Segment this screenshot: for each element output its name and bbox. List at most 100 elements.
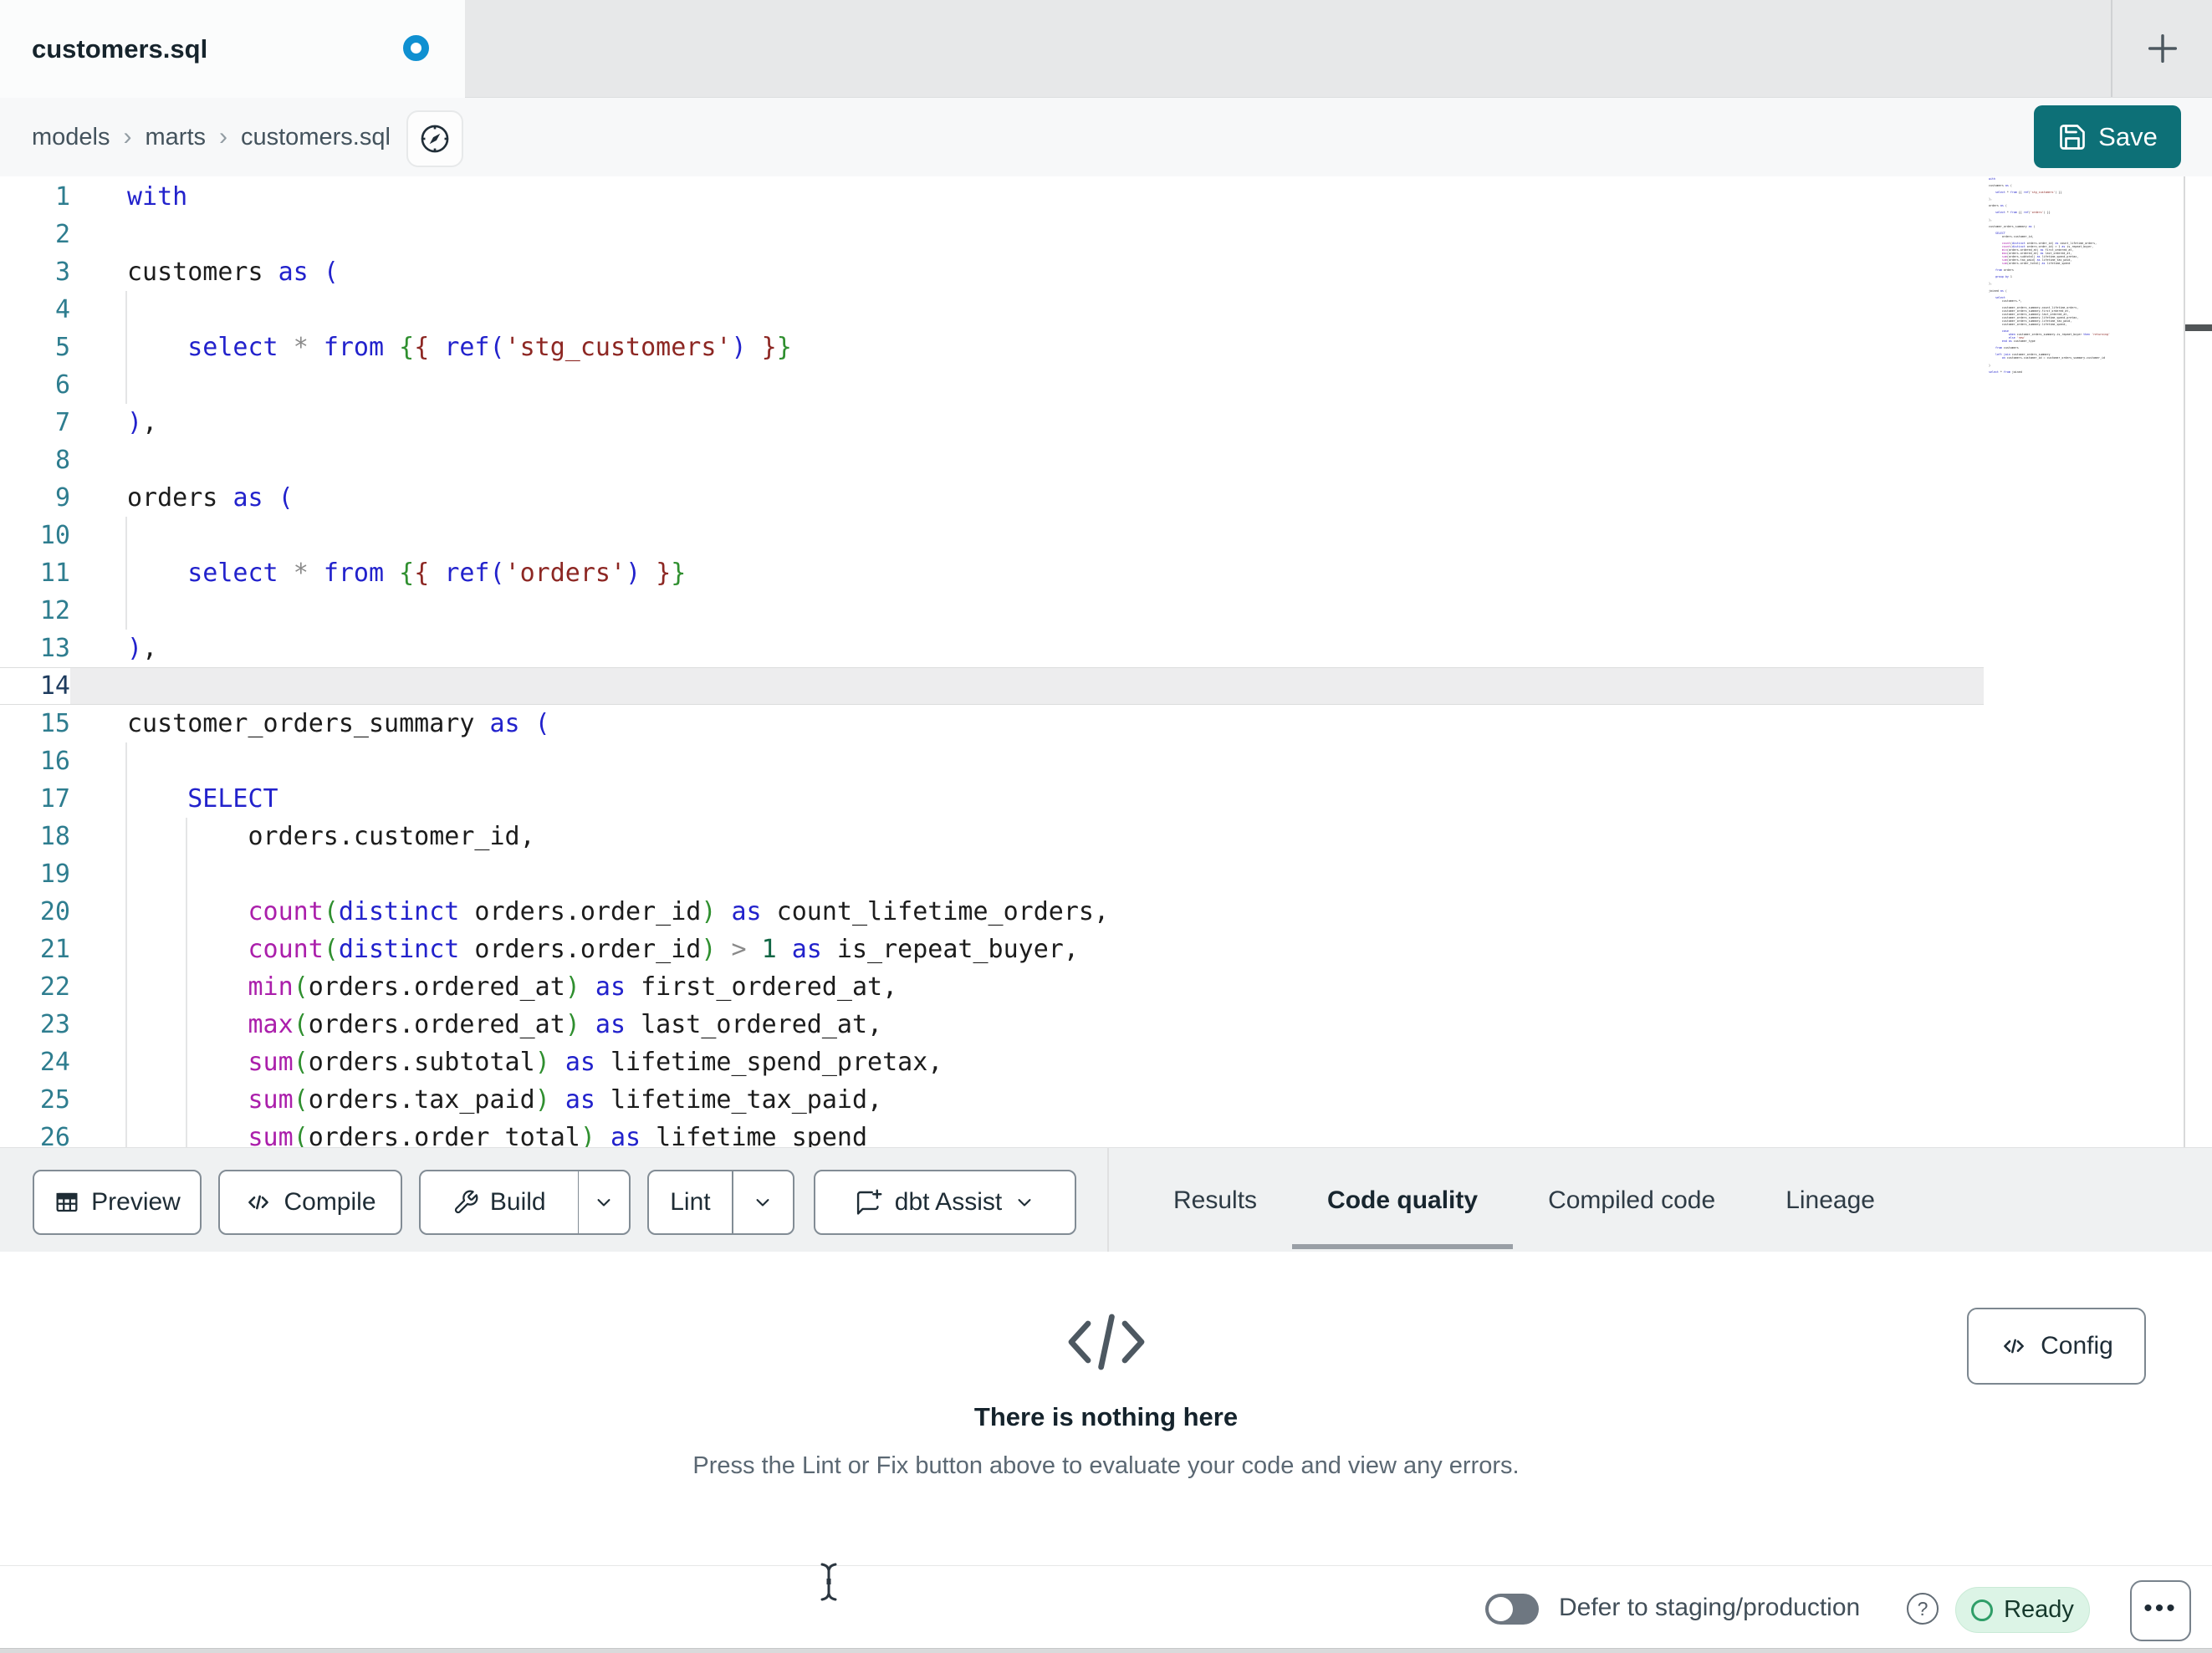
code-text: customers as ( bbox=[127, 258, 339, 287]
code-line[interactable]: 18 orders.customer_id, bbox=[0, 818, 2212, 855]
code-line[interactable]: 10 bbox=[0, 517, 2212, 554]
line-number[interactable]: 17 bbox=[0, 780, 70, 818]
format-button[interactable] bbox=[406, 110, 463, 167]
defer-label: Defer to staging/production bbox=[1559, 1594, 1861, 1621]
panel-tab-code-quality[interactable]: Code quality bbox=[1292, 1148, 1514, 1253]
code-line[interactable]: 12 bbox=[0, 592, 2212, 630]
code-line[interactable]: 19 bbox=[0, 855, 2212, 893]
code-line[interactable]: 20 count(distinct orders.order_id) as co… bbox=[0, 893, 2212, 931]
breadcrumb-item[interactable]: customers.sql bbox=[241, 124, 391, 151]
chevron-down-icon bbox=[751, 1191, 774, 1214]
line-number[interactable]: 12 bbox=[0, 592, 70, 630]
code-line[interactable]: 11 select * from {{ ref('orders') }} bbox=[0, 554, 2212, 592]
code-quality-panel: There is nothing here Press the Lint or … bbox=[0, 1252, 2212, 1565]
preview-button[interactable]: Preview bbox=[33, 1170, 202, 1235]
line-number[interactable]: 6 bbox=[0, 366, 70, 404]
ready-label: Ready bbox=[2004, 1596, 2074, 1623]
save-icon bbox=[2057, 122, 2087, 152]
config-button[interactable]: Config bbox=[1967, 1308, 2146, 1385]
line-number[interactable]: 8 bbox=[0, 441, 70, 479]
line-number[interactable]: 15 bbox=[0, 705, 70, 742]
code-line[interactable]: 3 customers as ( bbox=[0, 253, 2212, 291]
compile-label: Compile bbox=[284, 1188, 376, 1216]
code-line[interactable]: 15 customer_orders_summary as ( bbox=[0, 705, 2212, 742]
line-number[interactable]: 18 bbox=[0, 818, 70, 855]
compile-button[interactable]: Compile bbox=[218, 1170, 402, 1235]
lint-button[interactable]: Lint bbox=[649, 1188, 732, 1217]
code-icon bbox=[2000, 1332, 2028, 1360]
breadcrumb-item[interactable]: models bbox=[32, 124, 110, 151]
code-text: max(orders.ordered_at) as last_ordered_a… bbox=[248, 1010, 883, 1039]
save-button[interactable]: Save bbox=[2034, 105, 2181, 168]
dbt-assist-button[interactable]: dbt Assist bbox=[814, 1170, 1076, 1235]
line-number[interactable]: 16 bbox=[0, 742, 70, 780]
new-tab-button[interactable] bbox=[2138, 23, 2188, 74]
help-icon[interactable]: ? bbox=[1907, 1593, 1939, 1625]
code-editor[interactable]: 1 with 2 3 customers as (4 5 select * from {{… bbox=[0, 176, 2212, 1147]
code-text: min(orders.ordered_at) as first_ordered_… bbox=[248, 972, 898, 1002]
indent-guide bbox=[125, 517, 127, 630]
code-text: orders.customer_id, bbox=[127, 822, 535, 851]
code-lines: 1 with 2 3 customers as (4 5 select * from {{… bbox=[0, 176, 2212, 1147]
code-line[interactable]: 21 count(distinct orders.order_id) > 1 a… bbox=[0, 931, 2212, 968]
empty-state-title: There is nothing here bbox=[973, 1402, 1239, 1431]
more-options-button[interactable]: ••• bbox=[2130, 1580, 2191, 1641]
line-number[interactable]: 9 bbox=[0, 479, 70, 517]
line-number[interactable]: 11 bbox=[0, 554, 70, 592]
line-number[interactable]: 7 bbox=[0, 404, 70, 441]
line-number[interactable]: 3 bbox=[0, 253, 70, 291]
code-line[interactable]: 25 sum(orders.tax_paid) as lifetime_tax_… bbox=[0, 1081, 2212, 1119]
code-line[interactable]: 4 bbox=[0, 291, 2212, 329]
code-line[interactable]: 1 with bbox=[0, 178, 2212, 216]
code-line[interactable]: 13), bbox=[0, 630, 2212, 667]
tab-customers-sql[interactable]: customers.sql bbox=[0, 0, 465, 98]
code-line[interactable]: 17 SELECT bbox=[0, 780, 2212, 818]
code-line[interactable]: 23 max(orders.ordered_at) as last_ordere… bbox=[0, 1006, 2212, 1043]
code-line[interactable]: 22 min(orders.ordered_at) as first_order… bbox=[0, 968, 2212, 1006]
code-line[interactable]: 5 select * from {{ ref('stg_customers') … bbox=[0, 329, 2212, 366]
text-cursor-pointer bbox=[818, 1562, 840, 1602]
line-number[interactable]: 4 bbox=[0, 291, 70, 329]
panel-tab-compiled-code[interactable]: Compiled code bbox=[1513, 1148, 1750, 1253]
line-number[interactable]: 25 bbox=[0, 1081, 70, 1119]
build-button[interactable]: Build bbox=[421, 1188, 578, 1217]
code-text: count(distinct orders.order_id) > 1 as i… bbox=[248, 935, 1079, 964]
lint-dropdown-button[interactable] bbox=[733, 1191, 793, 1214]
toggle-knob bbox=[1489, 1597, 1513, 1621]
line-number[interactable]: 19 bbox=[0, 855, 70, 893]
defer-toggle[interactable] bbox=[1485, 1594, 1539, 1625]
panel-tab-lineage[interactable]: Lineage bbox=[1750, 1148, 1910, 1253]
line-number[interactable]: 26 bbox=[0, 1119, 70, 1147]
line-number[interactable]: 5 bbox=[0, 329, 70, 366]
line-number[interactable]: 20 bbox=[0, 893, 70, 931]
status-badge[interactable]: Ready bbox=[1955, 1587, 2090, 1633]
ide-window: customers.sql models › marts › customers.sql bbox=[0, 0, 2212, 1653]
code-line[interactable]: 24 sum(orders.subtotal) as lifetime_spen… bbox=[0, 1043, 2212, 1081]
line-number[interactable]: 1 bbox=[0, 178, 70, 216]
code-line[interactable]: 16 bbox=[0, 742, 2212, 780]
build-dropdown-button[interactable] bbox=[579, 1191, 629, 1214]
panel-tab-results[interactable]: Results bbox=[1138, 1148, 1292, 1253]
code-line[interactable]: 7), bbox=[0, 404, 2212, 441]
code-line[interactable]: 14 bbox=[0, 667, 1984, 705]
line-number[interactable]: 24 bbox=[0, 1043, 70, 1081]
plus-icon bbox=[2143, 29, 2182, 68]
minimap[interactable]: with customers as ( select * from {{ ref… bbox=[1989, 177, 2112, 428]
code-line[interactable]: 9 orders as ( bbox=[0, 479, 2212, 517]
line-number[interactable]: 22 bbox=[0, 968, 70, 1006]
code-line[interactable]: 2 bbox=[0, 216, 2212, 253]
code-line[interactable]: 26 sum(orders.order_total) as lifetime_s… bbox=[0, 1119, 2212, 1147]
line-number[interactable]: 23 bbox=[0, 1006, 70, 1043]
code-line[interactable]: 6 bbox=[0, 366, 2212, 404]
breadcrumb-item[interactable]: marts bbox=[146, 124, 207, 151]
code-line[interactable]: 8 bbox=[0, 441, 2212, 479]
line-number[interactable]: 13 bbox=[0, 630, 70, 667]
line-number[interactable]: 14 bbox=[0, 668, 70, 704]
line-number[interactable]: 10 bbox=[0, 517, 70, 554]
line-number[interactable]: 2 bbox=[0, 216, 70, 253]
line-number[interactable]: 21 bbox=[0, 931, 70, 968]
